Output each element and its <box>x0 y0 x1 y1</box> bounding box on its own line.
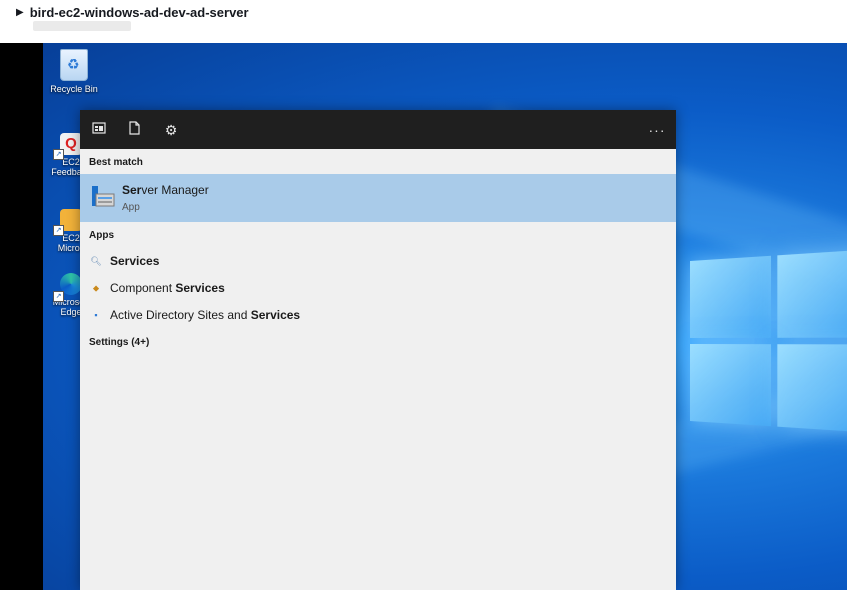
more-options-icon[interactable]: ··· <box>648 121 666 139</box>
best-match-heading: Best match <box>89 157 143 168</box>
settings-heading[interactable]: Settings (4+) <box>80 337 149 348</box>
recycle-bin-icon <box>60 49 88 81</box>
apps-icon[interactable] <box>90 121 108 139</box>
app-result-services[interactable]: 🔍︎ Services <box>80 248 676 274</box>
shortcut-arrow-icon: ↗ <box>53 291 64 302</box>
redacted-subtitle <box>33 21 131 31</box>
apps-heading: Apps <box>89 230 114 241</box>
component-services-icon: ⬥ <box>92 283 100 293</box>
shortcut-arrow-icon: ↗ <box>53 225 64 236</box>
shortcut-arrow-icon: ↗ <box>53 149 64 160</box>
app-result-ad-sites-services[interactable]: ▪ Active Directory Sites and Services <box>80 302 676 328</box>
magnifier-icon: 🔍︎ <box>90 256 102 266</box>
search-panel-toolbar: ⚙ ··· <box>80 110 676 149</box>
windows-logo-wallpaper <box>690 249 847 433</box>
desktop-icon-label: Recycle Bin <box>50 84 98 94</box>
ad-sites-icon: ▪ <box>94 310 98 320</box>
app-result-component-services[interactable]: ⬥ Component Services <box>80 275 676 301</box>
caret-right-icon[interactable]: ▶ <box>16 7 24 18</box>
app-result-label: Services <box>110 254 160 268</box>
start-search-panel: ⚙ ··· Best match Server Manager App Apps… <box>80 110 676 590</box>
instance-title: bird-ec2-windows-ad-dev-ad-server <box>29 5 249 20</box>
remote-desktop-viewport[interactable]: Recycle Bin Q ↗ EC2 Feedback ↗ EC2 Micro… <box>0 43 847 590</box>
best-match-type: App <box>122 202 140 213</box>
server-manager-icon <box>90 184 116 210</box>
best-match-server-manager[interactable]: Server Manager App <box>80 174 676 222</box>
app-result-label: Component Services <box>110 281 225 295</box>
desktop-icon-recycle-bin[interactable]: Recycle Bin <box>46 49 102 94</box>
document-icon[interactable] <box>125 121 143 139</box>
instance-title-toggle[interactable]: ▶ bird-ec2-windows-ad-dev-ad-server <box>16 5 249 20</box>
instance-header: ▶ bird-ec2-windows-ad-dev-ad-server <box>0 0 847 43</box>
best-match-name: Server Manager <box>122 183 209 197</box>
gear-icon[interactable]: ⚙ <box>162 121 180 139</box>
app-result-label: Active Directory Sites and Services <box>110 308 301 322</box>
